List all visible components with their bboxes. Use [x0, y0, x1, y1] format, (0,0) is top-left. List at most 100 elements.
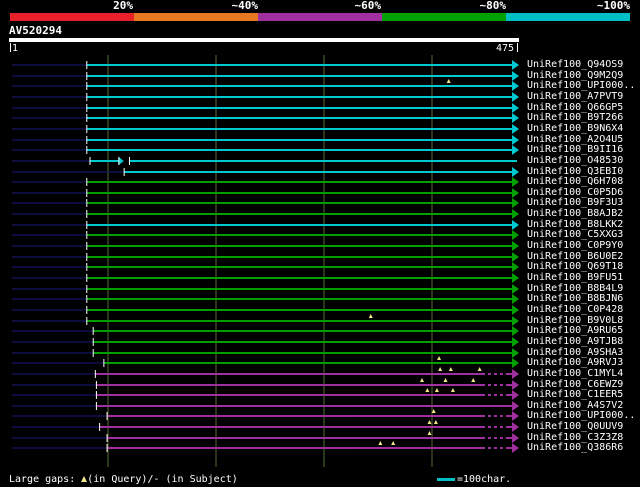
- query-start-tick: [10, 43, 11, 52]
- query-end-tick: [517, 43, 518, 52]
- row-subject-label[interactable]: UniRef100_C1EER5: [527, 390, 623, 400]
- row-hit-arrow: [512, 209, 519, 219]
- row-hit-arrow: [512, 103, 519, 113]
- row-hit-arrow: [512, 443, 519, 453]
- row-hit-arrow: [512, 422, 519, 432]
- row-hit-arrow: [512, 358, 519, 368]
- gap-legend-prefix: Large gaps:: [9, 474, 82, 485]
- legend-label: ~80%: [479, 0, 507, 12]
- row-subject-label[interactable]: UniRef100_C5XXG3: [527, 230, 623, 240]
- row-subject-label[interactable]: UniRef100_B8BJN6: [527, 294, 623, 304]
- row-hit-arrow: [512, 113, 519, 123]
- row-hit-arrow: [512, 124, 519, 134]
- row-hit-arrow: [512, 284, 519, 294]
- row-hit-arrow: [512, 262, 519, 272]
- row-subject-label[interactable]: UniRef100_UPI000..: [527, 81, 635, 91]
- row-hit-arrow: [512, 198, 519, 208]
- row-hit-arrow: [512, 348, 519, 358]
- row-hit-arrow: [512, 71, 519, 81]
- row-query-gap: [443, 378, 448, 382]
- row-query-gap: [419, 378, 424, 382]
- legend-label: ~60%: [354, 0, 382, 12]
- row-hit-arrow: [512, 177, 519, 187]
- row-hit-arrow: [512, 220, 519, 230]
- row-subject-label[interactable]: UniRef100_C1MYL4: [527, 369, 623, 379]
- legend-swatch: [382, 13, 506, 21]
- row-hit-arrow: [512, 241, 519, 251]
- row-subject-label[interactable]: UniRef100_Q0UUV9: [527, 422, 623, 432]
- row-subject-label[interactable]: UniRef100_Q386R6: [527, 443, 623, 453]
- query-id-label: AV520294: [9, 24, 62, 37]
- row-hit-arrow: [512, 273, 519, 283]
- row-query-gap: [433, 420, 438, 424]
- row-query-gap: [427, 431, 432, 435]
- row-subject-label[interactable]: UniRef100_C0P428: [527, 305, 623, 315]
- row-subject-label[interactable]: UniRef100_B8AJB2: [527, 209, 623, 219]
- row-query-gap: [448, 367, 453, 371]
- row-subject-label[interactable]: UniRef100_Q6H708: [527, 177, 623, 187]
- legend-label: ~40%: [231, 0, 259, 12]
- row-hit-arrow: [512, 81, 519, 91]
- row-hit-arrow: [512, 411, 519, 421]
- row-subject-label[interactable]: UniRef100_B9F3U3: [527, 198, 623, 208]
- row-subject-label[interactable]: UniRef100_Q69T18: [527, 262, 623, 272]
- row-hit-arrow: [512, 390, 519, 400]
- row-subject-label[interactable]: UniRef100_A9TJB8: [527, 337, 623, 347]
- row-query-gap: [450, 388, 455, 392]
- row-query-gap: [434, 388, 439, 392]
- query-start-label: 1: [12, 43, 19, 54]
- row-subject-label[interactable]: UniRef100_B9FU51: [527, 273, 623, 283]
- row-hit-arrow: [118, 157, 124, 165]
- row-query-gap: [477, 367, 482, 371]
- query-bar: [9, 38, 519, 42]
- row-hit-arrow: [512, 230, 519, 240]
- row-hit-arrow: [512, 380, 519, 390]
- legend-swatch: [134, 13, 258, 21]
- row-subject-label[interactable]: UniRef100_B9N6X4: [527, 124, 623, 134]
- legend-label: ~100%: [596, 0, 630, 12]
- row-query-gap: [427, 420, 432, 424]
- query-end-label: 475: [496, 43, 515, 54]
- scale-key-label: =100char.: [457, 474, 512, 485]
- row-query-gap: [425, 388, 430, 392]
- row-subject-label[interactable]: UniRef100_A7PVT9: [527, 92, 623, 102]
- identity-color-legend: 20% ~40% ~60% ~80% ~100%: [0, 0, 640, 22]
- row-subject-label[interactable]: UniRef100_A9RVJ3: [527, 358, 623, 368]
- legend-label: 20%: [113, 0, 133, 12]
- row-hit-arrow: [512, 433, 519, 443]
- row-hit-arrow: [512, 369, 519, 379]
- legend-swatch: [10, 13, 134, 21]
- row-query-gap: [446, 79, 451, 83]
- legend-swatch: [506, 13, 630, 21]
- row-subject-label[interactable]: UniRef100_A9RU65: [527, 326, 623, 336]
- row-hit-arrow: [512, 252, 519, 262]
- alignment-plot: UniRef100_Q94OS9 UniRef100_Q9M2Q9 UniRef10…: [0, 55, 640, 470]
- row-subject-label[interactable]: UniRef100_UPI000..: [527, 411, 635, 421]
- gap-legend: Large gaps: (in Query)/- (in Subject): [9, 474, 238, 485]
- row-query-gap: [391, 441, 396, 445]
- row-query-gap: [368, 314, 373, 318]
- row-query-gap: [437, 356, 442, 360]
- row-hit-arrow: [512, 167, 519, 177]
- row-hit-arrow: [512, 305, 519, 315]
- row-hit-arrow: [512, 401, 519, 411]
- scale-legend: =100char.: [437, 474, 511, 485]
- row-subject-label[interactable]: UniRef100_B9T266: [527, 113, 623, 123]
- row-hit-arrow: [512, 188, 519, 198]
- row-hit-arrow: [512, 294, 519, 304]
- row-hit-arrow: [512, 145, 519, 155]
- row-subject-label[interactable]: UniRef100_Q94OS9: [527, 60, 623, 70]
- row-hit-arrow: [512, 60, 519, 70]
- row-subject-label[interactable]: UniRef100_O48530: [527, 156, 623, 166]
- row-hit-arrow: [512, 135, 519, 145]
- row-hit-arrow: [512, 326, 519, 336]
- legend-swatch: [258, 13, 382, 21]
- row-query-gap: [438, 367, 443, 371]
- row-subject-label[interactable]: UniRef100_B9II16: [527, 145, 623, 155]
- row-hit-arrow: [512, 316, 519, 326]
- row-hit-arrow: [512, 337, 519, 347]
- row-subject-label[interactable]: UniRef100_C0P9Y0: [527, 241, 623, 251]
- gap-legend-text: (in Query)/- (in Subject): [87, 474, 238, 485]
- row-hit-arrow: [512, 92, 519, 102]
- row-query-gap: [378, 441, 383, 445]
